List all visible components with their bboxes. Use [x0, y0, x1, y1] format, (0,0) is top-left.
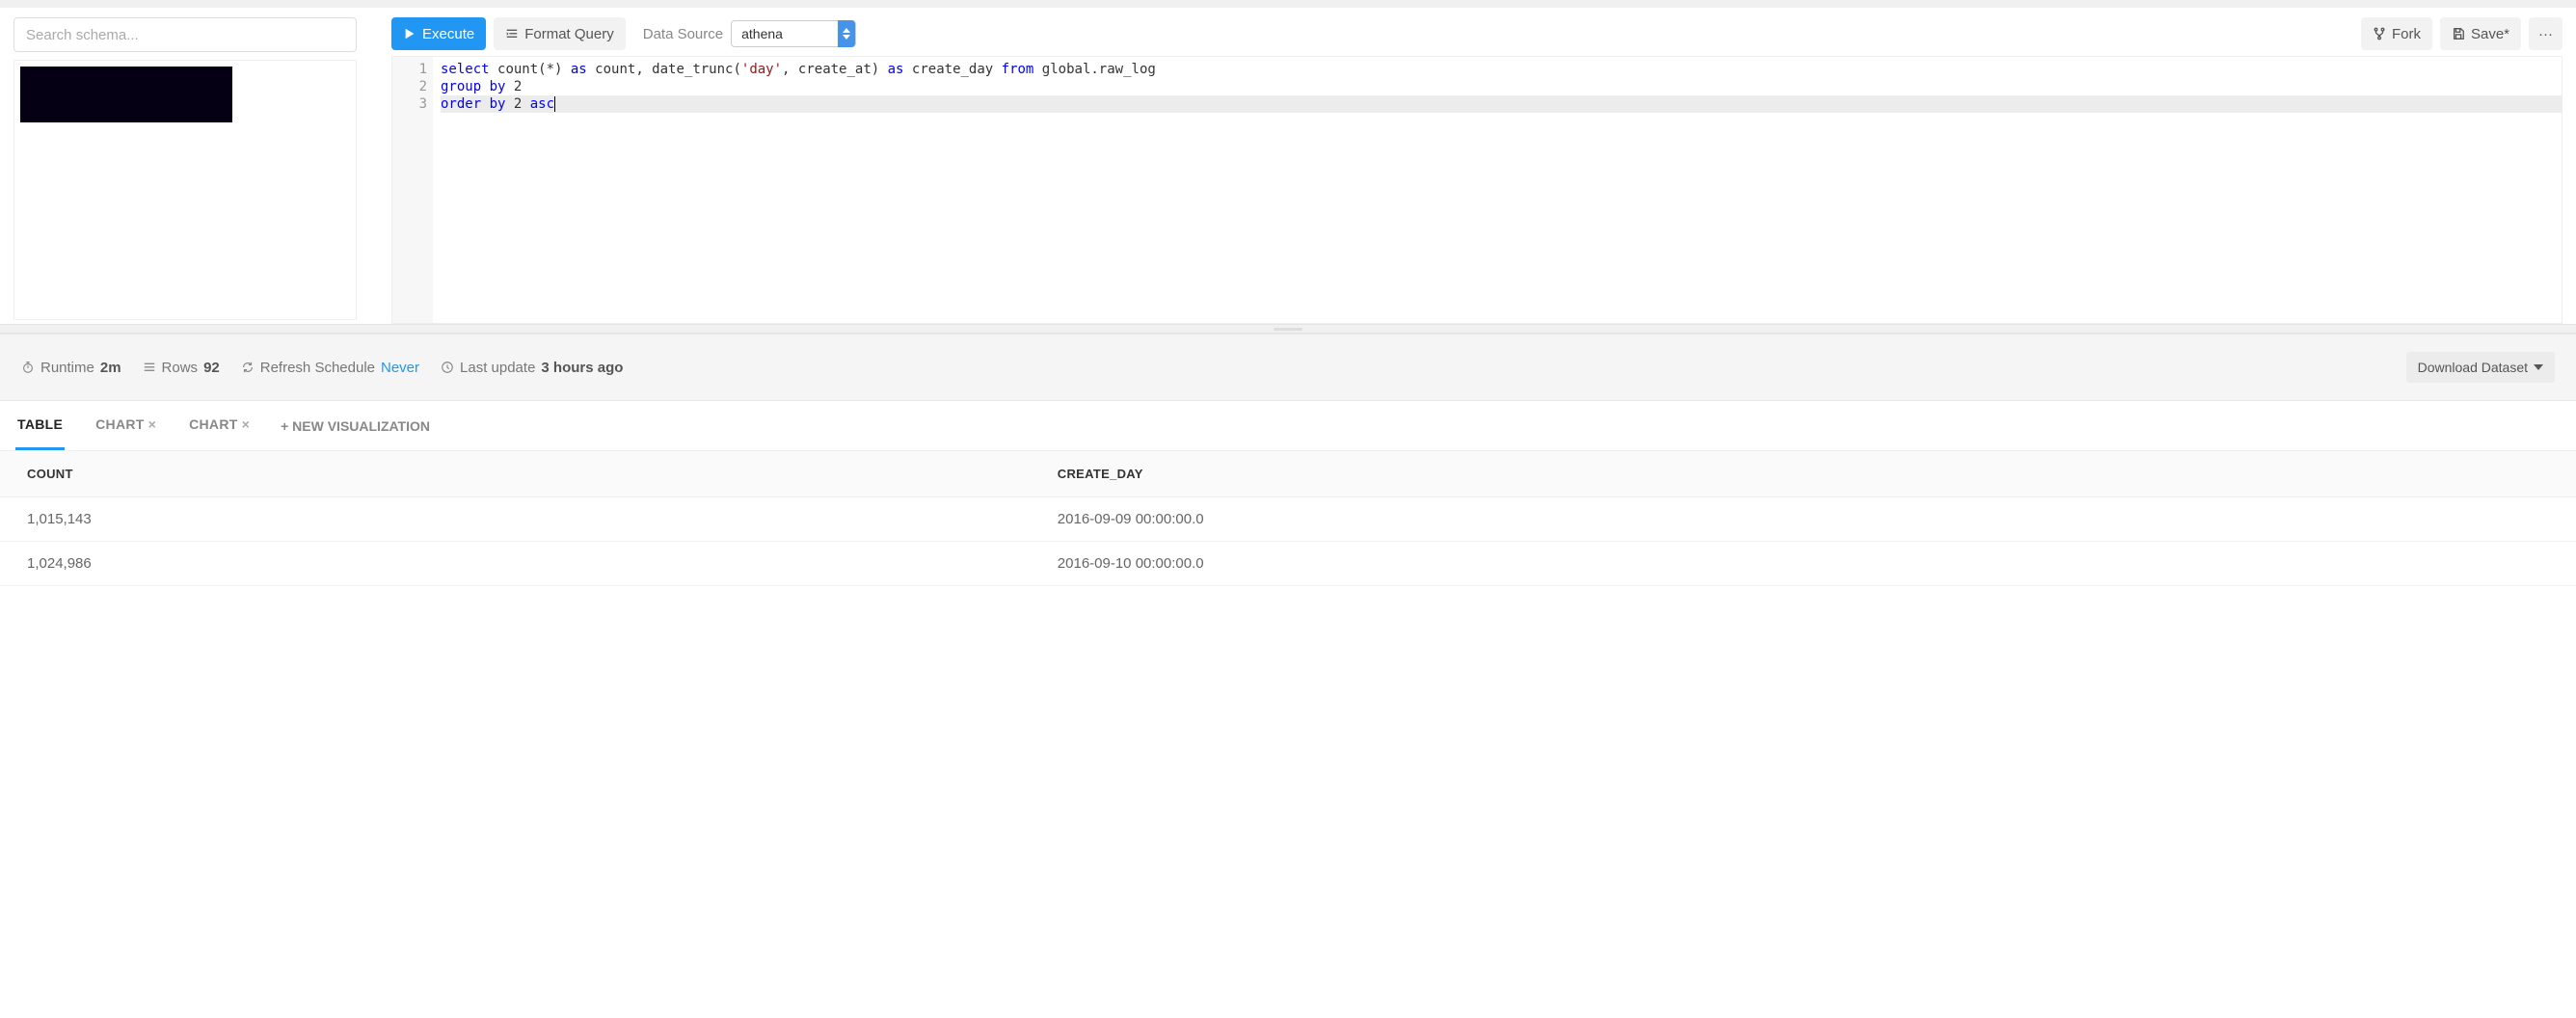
clock-icon: [441, 361, 454, 374]
play-icon: [403, 27, 416, 40]
indent-icon: [505, 27, 519, 40]
stopwatch-icon: [21, 361, 35, 374]
close-icon[interactable]: ×: [148, 416, 156, 432]
rows-icon: [143, 361, 156, 374]
select-arrows-icon: [838, 20, 855, 47]
rows-stat: Rows 92: [143, 360, 220, 376]
col-create-day[interactable]: CREATE_DAY: [1031, 451, 2576, 497]
editor-area: Execute Format Query Data Source athena: [0, 8, 2576, 324]
fork-button[interactable]: Fork: [2361, 17, 2432, 50]
runtime-stat: Runtime 2m: [21, 360, 121, 376]
fork-icon: [2373, 27, 2386, 40]
search-schema-input[interactable]: [13, 17, 357, 52]
execute-button[interactable]: Execute: [391, 17, 486, 50]
query-panel: Execute Format Query Data Source athena: [391, 17, 2563, 324]
data-source-select[interactable]: athena: [731, 20, 856, 47]
refresh-icon: [241, 361, 255, 374]
window-top-strip: [0, 0, 2576, 8]
download-dataset-button[interactable]: Download Dataset: [2406, 352, 2555, 383]
tab-table[interactable]: TABLE: [15, 401, 65, 450]
caret-down-icon: [2534, 364, 2543, 370]
data-source-value: athena: [732, 26, 838, 41]
schema-panel: [13, 17, 357, 324]
table-row[interactable]: 1,024,9862016-09-10 00:00:00.0: [0, 542, 2576, 586]
save-icon: [2452, 27, 2465, 40]
tab-chart-1[interactable]: CHART ×: [94, 401, 158, 450]
query-toolbar: Execute Format Query Data Source athena: [391, 17, 2563, 50]
last-update: Last update 3 hours ago: [441, 360, 623, 376]
table-header-row: COUNT CREATE_DAY: [0, 451, 2576, 497]
results-status-bar: Runtime 2m Rows 92 Refresh Schedule Neve…: [0, 334, 2576, 401]
tab-chart-2[interactable]: CHART ×: [187, 401, 252, 450]
schema-tree[interactable]: [13, 60, 357, 320]
table-cell: 1,015,143: [0, 497, 1031, 542]
sql-editor[interactable]: 123 select count(*) as count, date_trunc…: [391, 56, 2563, 324]
line-gutter: 123: [392, 57, 433, 323]
visualization-tabs: TABLE CHART × CHART × + NEW VISUALIZATIO…: [0, 401, 2576, 451]
results-table: COUNT CREATE_DAY 1,015,1432016-09-09 00:…: [0, 451, 2576, 586]
fork-label: Fork: [2392, 26, 2421, 42]
pane-resize-handle[interactable]: [0, 324, 2576, 334]
format-query-button[interactable]: Format Query: [494, 17, 626, 50]
new-visualization-button[interactable]: + NEW VISUALIZATION: [281, 418, 430, 434]
refresh-schedule[interactable]: Refresh Schedule Never: [241, 360, 419, 376]
table-cell: 2016-09-09 00:00:00.0: [1031, 497, 2576, 542]
save-label: Save*: [2471, 26, 2509, 42]
ellipsis-icon: ···: [2538, 26, 2553, 42]
redacted-block: [20, 67, 232, 122]
more-button[interactable]: ···: [2529, 17, 2563, 50]
table-cell: 2016-09-10 00:00:00.0: [1031, 542, 2576, 586]
save-button[interactable]: Save*: [2440, 17, 2521, 50]
table-cell: 1,024,986: [0, 542, 1031, 586]
close-icon[interactable]: ×: [242, 416, 250, 432]
format-label: Format Query: [524, 26, 614, 42]
execute-label: Execute: [422, 26, 474, 42]
data-source-label: Data Source: [637, 26, 723, 42]
table-row[interactable]: 1,015,1432016-09-09 00:00:00.0: [0, 497, 2576, 542]
col-count[interactable]: COUNT: [0, 451, 1031, 497]
code-area[interactable]: select count(*) as count, date_trunc('da…: [433, 57, 2562, 323]
